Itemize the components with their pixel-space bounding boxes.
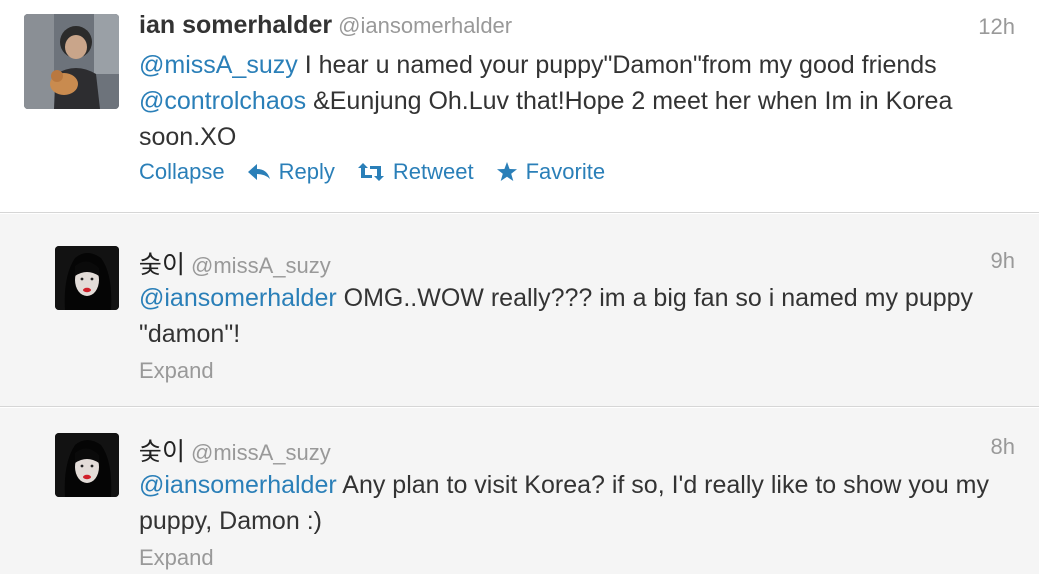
expand-button[interactable]: Expand [139,358,214,384]
favorite-button[interactable]: Favorite [496,159,605,185]
retweet-button[interactable]: Retweet [357,159,474,185]
avatar-photo-icon [55,246,119,310]
tweet-text: @iansomerhalder OMG..WOW really??? im a … [139,280,1019,352]
mention-link[interactable]: @controlchaos [139,87,306,115]
user-fullname[interactable]: ian somerhalder [139,11,332,39]
tweet-missa-suzy-reply-1[interactable]: 숮이 @missA_suzy 9h @iansomerhalder OMG..WO… [0,214,1039,407]
mention-link[interactable]: @missA_suzy [139,51,298,79]
avatar-photo-icon [24,14,119,109]
tweet-header: ian somerhalder @iansomerhalder [139,11,512,40]
user-fullname[interactable]: 숮이 [139,251,185,279]
user-handle[interactable]: @iansomerhalder [338,13,512,38]
retweet-icon [357,163,384,181]
retweet-label: Retweet [392,159,474,184]
tweet-ian-somerhalder: ian somerhalder @iansomerhalder 12h @miss… [0,0,1039,213]
avatar[interactable] [55,433,119,497]
reply-button[interactable]: Reply [247,159,335,185]
user-fullname[interactable]: 숮이 [139,438,185,466]
tweet-missa-suzy-reply-2[interactable]: 숮이 @missA_suzy 8h @iansomerhalder Any pla… [0,408,1039,574]
mention-link[interactable]: @iansomerhalder [139,471,337,499]
expand-button[interactable]: Expand [139,545,214,571]
tweet-actions: Collapse Reply Retweet Favorite [139,159,627,185]
reply-arrow-icon [247,164,270,180]
tweet-timestamp[interactable]: 12h [978,14,1015,40]
tweet-header: 숮이 @missA_suzy [139,245,331,281]
avatar[interactable] [55,246,119,310]
reply-label: Reply [278,159,335,184]
mention-link[interactable]: @iansomerhalder [139,284,337,312]
favorite-label: Favorite [525,159,606,184]
collapse-label: Collapse [139,159,225,184]
tweet-text: @iansomerhalder Any plan to visit Korea?… [139,467,1019,539]
tweet-timestamp[interactable]: 9h [991,248,1015,274]
user-handle[interactable]: @missA_suzy [191,440,331,465]
avatar[interactable] [24,14,119,109]
tweet-header: 숮이 @missA_suzy [139,432,331,468]
collapse-button[interactable]: Collapse [139,159,225,185]
tweet-timestamp[interactable]: 8h [991,434,1015,460]
avatar-photo-icon [55,433,119,497]
tweet-text: @missA_suzy I hear u named your puppy"Da… [139,47,1019,155]
star-icon [496,162,517,181]
tweet-text-segment: I hear u named your puppy"Damon"from my … [297,51,937,79]
user-handle[interactable]: @missA_suzy [191,253,331,278]
